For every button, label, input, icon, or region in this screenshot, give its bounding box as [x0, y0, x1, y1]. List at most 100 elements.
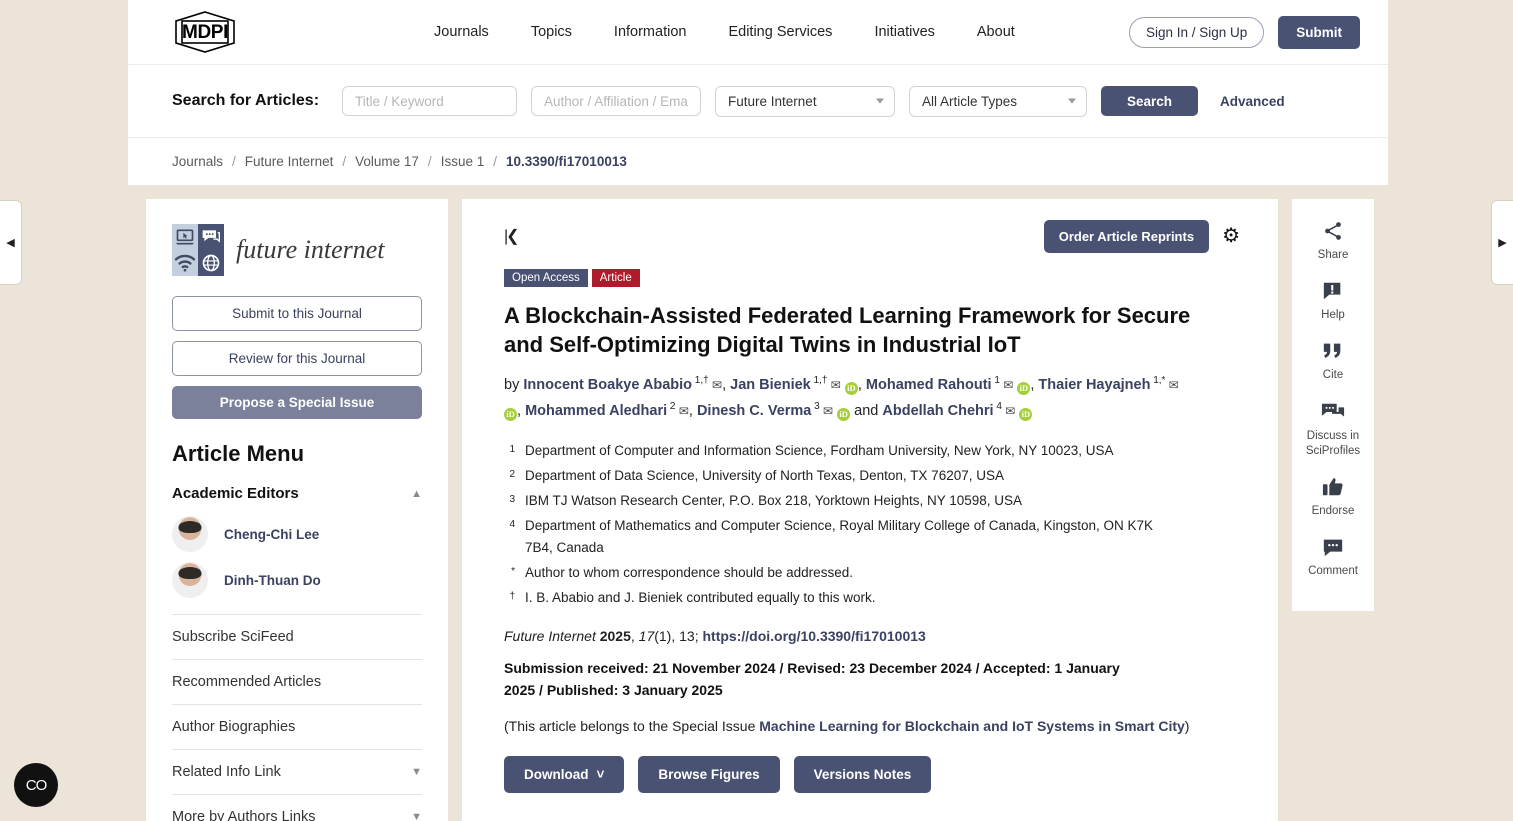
sign-in-button[interactable]: Sign In / Sign Up — [1128, 16, 1265, 48]
breadcrumb-item-volume[interactable]: Volume 17 — [355, 154, 419, 169]
versions-notes-button[interactable]: Versions Notes — [793, 755, 932, 793]
review-for-journal-button[interactable]: Review for this Journal — [172, 341, 422, 376]
accessibility-widget-button[interactable]: CO — [14, 763, 58, 807]
author-affiliation-mark: 3 — [811, 401, 820, 413]
right-panel-toggle[interactable]: ▶ — [1491, 200, 1513, 285]
editor-name[interactable]: Cheng-Chi Lee — [224, 527, 319, 542]
help-icon — [1322, 279, 1344, 303]
breadcrumb-separator: / — [342, 154, 347, 169]
orcid-icon[interactable]: iD — [504, 408, 517, 422]
nav-item-initiatives[interactable]: Initiatives — [874, 24, 934, 40]
special-issue-link[interactable]: Machine Learning for Blockchain and IoT … — [759, 718, 1185, 734]
breadcrumb-separator: / — [493, 154, 497, 169]
chevron-down-icon: ▼ — [411, 766, 422, 778]
submit-to-journal-button[interactable]: Submit to this Journal — [172, 296, 422, 331]
breadcrumb-item-doi[interactable]: 10.3390/fi17010013 — [506, 154, 627, 169]
download-label: Download — [524, 766, 589, 782]
submit-button[interactable]: Submit — [1278, 15, 1360, 49]
advanced-search-link[interactable]: Advanced — [1220, 94, 1285, 109]
orcid-icon[interactable]: iD — [844, 381, 858, 395]
affiliation-row: 2 Department of Data Science, University… — [504, 465, 1240, 487]
academic-editors-toggle[interactable]: Academic Editors ▲ — [172, 485, 422, 502]
mdpi-logo[interactable]: MDPI — [172, 10, 238, 54]
email-icon[interactable]: ✉ — [1000, 378, 1013, 392]
doi-link[interactable]: https://doi.org/10.3390/fi17010013 — [703, 628, 926, 644]
content-columns: future internet Submit to this Journal R… — [146, 199, 1374, 821]
email-icon[interactable]: ✉ — [827, 378, 841, 392]
editor-name[interactable]: Dinh-Thuan Do — [224, 573, 321, 588]
journal-logo[interactable]: future internet — [172, 224, 422, 276]
author-link[interactable]: Innocent Boakye Ababio — [523, 377, 692, 393]
affiliation-row: 3 IBM TJ Watson Research Center, P.O. Bo… — [504, 490, 1240, 512]
search-button[interactable]: Search — [1101, 86, 1199, 116]
rail-item-endorse[interactable]: Endorse — [1292, 475, 1374, 519]
browse-figures-button[interactable]: Browse Figures — [638, 755, 780, 793]
sidebar-item-author-biographies[interactable]: Author Biographies — [172, 704, 422, 749]
nav-item-journals[interactable]: Journals — [434, 24, 489, 40]
chevron-right-icon: ▶ — [1498, 237, 1507, 249]
sidebar-links: Subscribe SciFeed Recommended Articles A… — [172, 614, 422, 821]
rail-item-label: Help — [1321, 309, 1345, 322]
email-icon[interactable]: ✉ — [1165, 378, 1179, 392]
email-icon[interactable]: ✉ — [675, 404, 689, 418]
author-affiliation-mark: 1,† — [810, 375, 828, 387]
affiliation-text: IBM TJ Watson Research Center, P.O. Box … — [525, 493, 1023, 509]
sidebar-item-more-by-authors-links[interactable]: More by Authors Links ▼ — [172, 794, 422, 821]
rail-item-help[interactable]: Help — [1292, 279, 1374, 323]
author-link[interactable]: Jan Bieniek — [730, 377, 811, 393]
author-affiliation-mark: 1,* — [1150, 375, 1166, 387]
thumbs-up-icon — [1322, 475, 1344, 499]
author-link[interactable]: Abdellah Chehri — [882, 403, 993, 419]
share-icon — [1322, 219, 1344, 243]
nav-item-about[interactable]: About — [977, 24, 1015, 40]
orcid-icon[interactable]: iD — [1019, 408, 1033, 422]
email-icon[interactable]: ✉ — [709, 378, 722, 392]
gear-icon[interactable]: ⚙ — [1222, 226, 1240, 246]
avatar — [172, 562, 208, 598]
speech-bubbles-icon — [198, 224, 224, 250]
order-article-reprints-button[interactable]: Order Article Reprints — [1043, 219, 1210, 253]
affiliation-row: 1 Department of Computer and Information… — [504, 440, 1240, 462]
left-panel-toggle[interactable]: ◀ — [0, 200, 22, 285]
rail-item-comment[interactable]: Comment — [1292, 535, 1374, 579]
breadcrumb-separator: / — [232, 154, 236, 169]
rail-item-discuss-in-sciprofiles[interactable]: Discuss in SciProfiles — [1292, 400, 1374, 459]
nav-item-editing-services[interactable]: Editing Services — [728, 24, 832, 40]
breadcrumb-item-issue[interactable]: Issue 1 — [441, 154, 485, 169]
chevron-down-icon — [876, 98, 885, 104]
author-link[interactable]: Thaier Hayajneh — [1038, 377, 1150, 393]
author-link[interactable]: Dinesh C. Verma — [697, 403, 811, 419]
sidebar-item-related-info-link[interactable]: Related Info Link ▼ — [172, 749, 422, 794]
nav-item-information[interactable]: Information — [614, 24, 687, 40]
rail-item-label: Comment — [1308, 565, 1358, 578]
breadcrumb-item-journal[interactable]: Future Internet — [245, 154, 334, 169]
quote-icon — [1322, 339, 1344, 363]
email-icon[interactable]: ✉ — [820, 404, 833, 418]
collapse-sidebar-icon[interactable]: |❮ — [504, 226, 520, 246]
sidebar-item-subscribe-scifeed[interactable]: Subscribe SciFeed — [172, 614, 422, 659]
author-link[interactable]: Mohammed Aledhari — [525, 403, 667, 419]
orcid-icon[interactable]: iD — [1017, 381, 1031, 395]
author-affiliation-mark: 1,† — [692, 375, 709, 387]
by-label: by — [504, 376, 520, 393]
rail-item-cite[interactable]: Cite — [1292, 339, 1374, 383]
editor-row[interactable]: Cheng-Chi Lee — [172, 516, 422, 552]
search-author-input[interactable] — [531, 86, 702, 116]
nav-item-topics[interactable]: Topics — [531, 24, 572, 40]
journal-select[interactable]: Future Internet — [715, 85, 896, 117]
rail-item-label: Discuss in SciProfiles — [1305, 429, 1361, 457]
editor-row[interactable]: Dinh-Thuan Do — [172, 562, 422, 598]
author-link[interactable]: Mohamed Rahouti — [866, 377, 992, 393]
propose-special-issue-button[interactable]: Propose a Special Issue — [172, 386, 422, 419]
search-keyword-input[interactable] — [342, 86, 518, 116]
article-type-select[interactable]: All Article Types — [909, 85, 1088, 117]
sidebar-item-recommended-articles[interactable]: Recommended Articles — [172, 659, 422, 704]
status-badge-open-access: Open Access — [504, 269, 588, 287]
header-actions: Sign In / Sign Up Submit — [1128, 15, 1360, 49]
orcid-icon[interactable]: iD — [837, 408, 851, 422]
journal-select-value: Future Internet — [728, 93, 817, 109]
download-button[interactable]: Download ˅ — [504, 755, 625, 793]
breadcrumb-item-journals[interactable]: Journals — [172, 154, 223, 169]
rail-item-share[interactable]: Share — [1292, 219, 1374, 263]
email-icon[interactable]: ✉ — [1002, 404, 1015, 418]
